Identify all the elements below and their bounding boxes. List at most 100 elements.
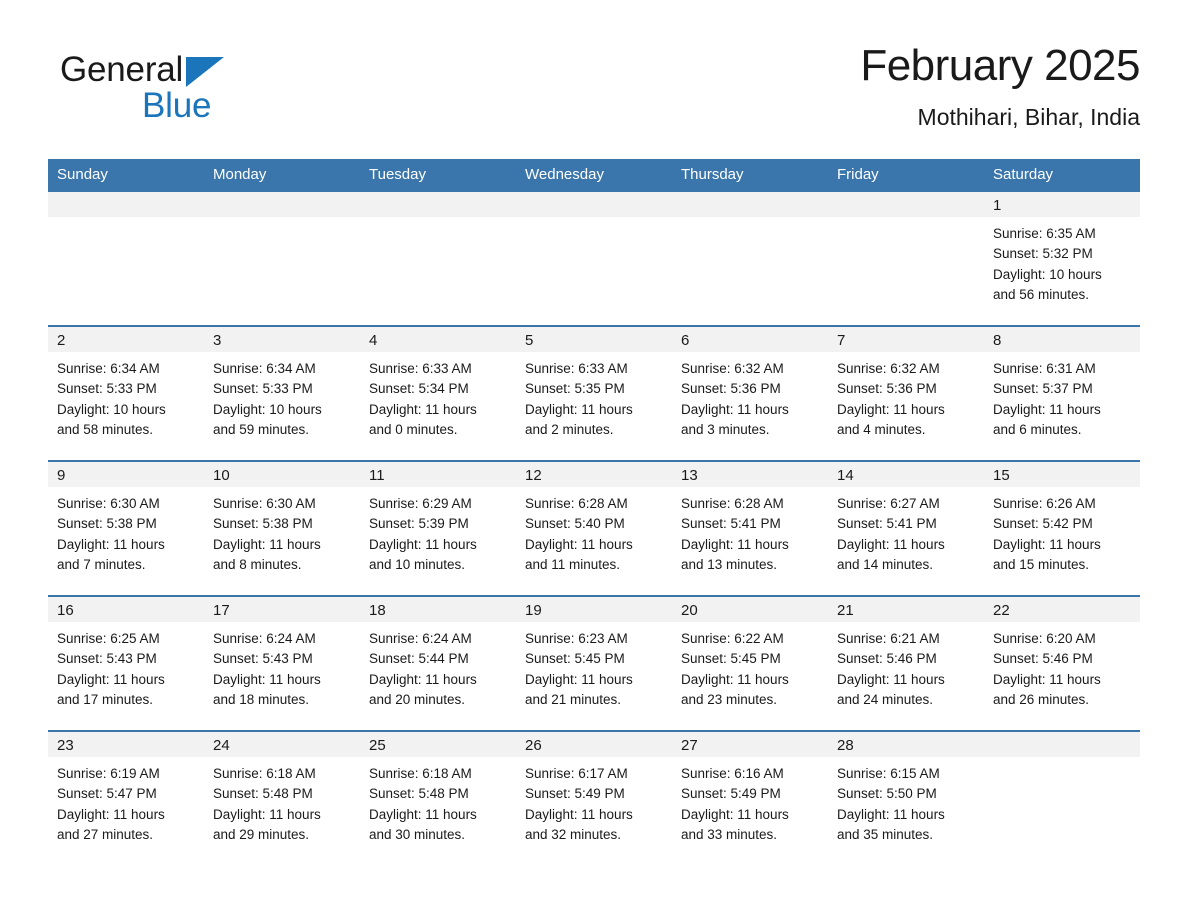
day-cell-details: Sunrise: 6:20 AM Sunset: 5:46 PM Daylight:…: [984, 622, 1140, 710]
sunrise-text: Sunrise: 6:20 AM: [993, 631, 1096, 646]
calendar-day-cell[interactable]: 6 Sunrise: 6:32 AM Sunset: 5:36 PM Daylight…: [672, 325, 828, 461]
sunrise-text: Sunrise: 6:18 AM: [213, 766, 316, 781]
calendar-cell-empty: [672, 190, 828, 326]
day-cell-inner: [204, 192, 360, 325]
calendar-day-cell[interactable]: 2 Sunrise: 6:34 AM Sunset: 5:33 PM Daylight…: [48, 325, 204, 461]
sunrise-text: Sunrise: 6:19 AM: [57, 766, 160, 781]
day-cell-details: Sunrise: 6:24 AM Sunset: 5:44 PM Daylight:…: [360, 622, 516, 710]
daylight-text-line2: and 56 minutes.: [993, 286, 1090, 302]
day-cell-details: Sunrise: 6:30 AM Sunset: 5:38 PM Daylight:…: [204, 487, 360, 575]
day-number: 12: [516, 462, 672, 487]
calendar-day-cell[interactable]: 24 Sunrise: 6:18 AM Sunset: 5:48 PM Dayligh…: [204, 730, 360, 865]
calendar-day-cell[interactable]: 11 Sunrise: 6:29 AM Sunset: 5:39 PM Dayligh…: [360, 460, 516, 596]
day-number: 19: [516, 597, 672, 622]
day-cell-inner: 8 Sunrise: 6:31 AM Sunset: 5:37 PM Daylight…: [984, 327, 1140, 460]
weekday-header-sunday: Sunday: [48, 159, 204, 191]
calendar-body: 1 Sunrise: 6:35 AM Sunset: 5:32 PM Daylight…: [48, 190, 1140, 865]
calendar-week-row: 1 Sunrise: 6:35 AM Sunset: 5:32 PM Daylight…: [48, 190, 1140, 326]
day-cell-details: Sunrise: 6:17 AM Sunset: 5:49 PM Daylight:…: [516, 757, 672, 845]
calendar-day-cell[interactable]: 20 Sunrise: 6:22 AM Sunset: 5:45 PM Dayligh…: [672, 595, 828, 731]
calendar-day-cell[interactable]: 18 Sunrise: 6:24 AM Sunset: 5:44 PM Dayligh…: [360, 595, 516, 731]
calendar-day-cell[interactable]: 14 Sunrise: 6:27 AM Sunset: 5:41 PM Dayligh…: [828, 460, 984, 596]
calendar-week-row: 2 Sunrise: 6:34 AM Sunset: 5:33 PM Daylight…: [48, 325, 1140, 461]
sunset-text: Sunset: 5:40 PM: [525, 516, 625, 532]
calendar-day-cell[interactable]: 12 Sunrise: 6:28 AM Sunset: 5:40 PM Dayligh…: [516, 460, 672, 596]
day-number: 11: [360, 462, 516, 487]
day-cell-details: Sunrise: 6:29 AM Sunset: 5:39 PM Daylight:…: [360, 487, 516, 575]
calendar-day-cell[interactable]: 1 Sunrise: 6:35 AM Sunset: 5:32 PM Daylight…: [984, 190, 1140, 326]
day-number: [672, 192, 828, 217]
sunrise-text: Sunrise: 6:15 AM: [837, 766, 940, 781]
day-cell-details: Sunrise: 6:23 AM Sunset: 5:45 PM Daylight:…: [516, 622, 672, 710]
daylight-text-line1: Daylight: 11 hours: [369, 401, 477, 417]
day-cell-inner: 1 Sunrise: 6:35 AM Sunset: 5:32 PM Daylight…: [984, 192, 1140, 325]
sunrise-text: Sunrise: 6:32 AM: [681, 361, 784, 376]
day-cell-inner: 18 Sunrise: 6:24 AM Sunset: 5:44 PM Dayligh…: [360, 597, 516, 730]
calendar-day-cell[interactable]: 13 Sunrise: 6:28 AM Sunset: 5:41 PM Dayligh…: [672, 460, 828, 596]
calendar-day-cell[interactable]: 19 Sunrise: 6:23 AM Sunset: 5:45 PM Dayligh…: [516, 595, 672, 731]
sunrise-text: Sunrise: 6:33 AM: [369, 361, 472, 376]
general-blue-logo[interactable]: General Blue: [60, 50, 360, 130]
calendar-day-cell[interactable]: 27 Sunrise: 6:16 AM Sunset: 5:49 PM Dayligh…: [672, 730, 828, 865]
daylight-text-line2: and 35 minutes.: [837, 826, 934, 842]
day-cell-details: Sunrise: 6:22 AM Sunset: 5:45 PM Daylight:…: [672, 622, 828, 710]
calendar-day-cell[interactable]: 28 Sunrise: 6:15 AM Sunset: 5:50 PM Dayligh…: [828, 730, 984, 865]
calendar-day-cell[interactable]: 16 Sunrise: 6:25 AM Sunset: 5:43 PM Dayligh…: [48, 595, 204, 731]
calendar-day-cell[interactable]: 17 Sunrise: 6:24 AM Sunset: 5:43 PM Dayligh…: [204, 595, 360, 731]
day-cell-inner: 2 Sunrise: 6:34 AM Sunset: 5:33 PM Daylight…: [48, 327, 204, 460]
day-number: [516, 192, 672, 217]
calendar-day-cell[interactable]: 8 Sunrise: 6:31 AM Sunset: 5:37 PM Daylight…: [984, 325, 1140, 461]
day-number: [828, 192, 984, 217]
day-number: 9: [48, 462, 204, 487]
calendar-day-cell[interactable]: 9 Sunrise: 6:30 AM Sunset: 5:38 PM Daylight…: [48, 460, 204, 596]
day-cell-inner: 23 Sunrise: 6:19 AM Sunset: 5:47 PM Dayligh…: [48, 732, 204, 865]
daylight-text-line1: Daylight: 11 hours: [837, 536, 945, 552]
sunset-text: Sunset: 5:45 PM: [525, 651, 625, 667]
sunset-text: Sunset: 5:42 PM: [993, 516, 1093, 532]
day-number: 10: [204, 462, 360, 487]
calendar-day-cell[interactable]: 25 Sunrise: 6:18 AM Sunset: 5:48 PM Dayligh…: [360, 730, 516, 865]
daylight-text-line1: Daylight: 11 hours: [213, 536, 321, 552]
sunset-text: Sunset: 5:49 PM: [681, 786, 781, 802]
calendar-day-cell[interactable]: 7 Sunrise: 6:32 AM Sunset: 5:36 PM Daylight…: [828, 325, 984, 461]
logo-text-blue: Blue: [142, 86, 212, 125]
calendar-day-cell[interactable]: 23 Sunrise: 6:19 AM Sunset: 5:47 PM Dayligh…: [48, 730, 204, 865]
daylight-text-line2: and 20 minutes.: [369, 691, 466, 707]
daylight-text-line2: and 24 minutes.: [837, 691, 934, 707]
sunrise-text: Sunrise: 6:35 AM: [993, 226, 1096, 241]
daylight-text-line2: and 26 minutes.: [993, 691, 1090, 707]
calendar-cell-empty: [360, 190, 516, 326]
weekday-header-friday: Friday: [828, 159, 984, 191]
calendar-day-cell[interactable]: 15 Sunrise: 6:26 AM Sunset: 5:42 PM Dayligh…: [984, 460, 1140, 596]
sunrise-text: Sunrise: 6:27 AM: [837, 496, 940, 511]
sunrise-text: Sunrise: 6:24 AM: [369, 631, 472, 646]
calendar-day-cell[interactable]: 3 Sunrise: 6:34 AM Sunset: 5:33 PM Daylight…: [204, 325, 360, 461]
day-cell-inner: 25 Sunrise: 6:18 AM Sunset: 5:48 PM Dayligh…: [360, 732, 516, 865]
day-number: 8: [984, 327, 1140, 352]
day-number: [360, 192, 516, 217]
day-number: 18: [360, 597, 516, 622]
daylight-text-line1: Daylight: 11 hours: [369, 536, 477, 552]
logo-text-general: General: [60, 50, 184, 89]
sunrise-text: Sunrise: 6:24 AM: [213, 631, 316, 646]
calendar-day-cell[interactable]: 22 Sunrise: 6:20 AM Sunset: 5:46 PM Dayligh…: [984, 595, 1140, 731]
sunset-text: Sunset: 5:39 PM: [369, 516, 469, 532]
calendar-week-row: 23 Sunrise: 6:19 AM Sunset: 5:47 PM Dayligh…: [48, 730, 1140, 865]
daylight-text-line1: Daylight: 11 hours: [837, 671, 945, 687]
sunset-text: Sunset: 5:36 PM: [681, 381, 781, 397]
calendar-day-cell[interactable]: 21 Sunrise: 6:21 AM Sunset: 5:46 PM Dayligh…: [828, 595, 984, 731]
calendar-week-row: 9 Sunrise: 6:30 AM Sunset: 5:38 PM Daylight…: [48, 460, 1140, 596]
day-number: 5: [516, 327, 672, 352]
calendar-day-cell[interactable]: 10 Sunrise: 6:30 AM Sunset: 5:38 PM Dayligh…: [204, 460, 360, 596]
daylight-text-line1: Daylight: 11 hours: [993, 671, 1101, 687]
day-cell-inner: [984, 732, 1140, 865]
day-number: 3: [204, 327, 360, 352]
calendar-day-cell[interactable]: 4 Sunrise: 6:33 AM Sunset: 5:34 PM Daylight…: [360, 325, 516, 461]
day-cell-details: Sunrise: 6:16 AM Sunset: 5:49 PM Daylight:…: [672, 757, 828, 845]
day-cell-inner: 19 Sunrise: 6:23 AM Sunset: 5:45 PM Dayligh…: [516, 597, 672, 730]
daylight-text-line1: Daylight: 11 hours: [525, 671, 633, 687]
calendar-page: General Blue February 2025 Mothihari, Bi…: [0, 0, 1188, 918]
calendar-day-cell[interactable]: 26 Sunrise: 6:17 AM Sunset: 5:49 PM Dayligh…: [516, 730, 672, 865]
daylight-text-line2: and 30 minutes.: [369, 826, 466, 842]
calendar-day-cell[interactable]: 5 Sunrise: 6:33 AM Sunset: 5:35 PM Daylight…: [516, 325, 672, 461]
